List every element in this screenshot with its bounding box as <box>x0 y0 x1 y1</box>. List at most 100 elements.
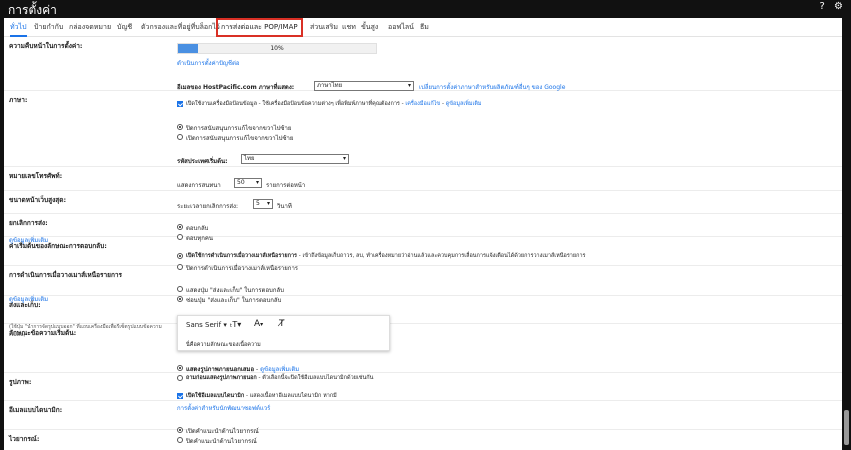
ask-before-images-label: ถามก่อนแสดงรูปภาพภายนอก <box>186 375 257 381</box>
send-archive-more-info-link[interactable]: ดูข้อมูลเพิ่มเติม <box>9 294 48 304</box>
hover-actions-row: การดำเนินการเมื่อวางเมาส์เหนือรายการ <box>4 267 842 296</box>
scrollbar-thumb[interactable] <box>844 410 849 445</box>
rtl-on-label: เปิดการสนับสนุนการแก้ไขจากขวาไปซ้าย <box>186 135 294 142</box>
top-bar: การตั้งค่า ? ⚙ <box>0 0 851 17</box>
tab-themes[interactable]: ธีม <box>420 18 429 37</box>
phone-label: หมายเลขโทรศัพท์: <box>9 172 63 180</box>
images-more-info-link[interactable]: ดูข้อมูลเพิ่มเติม <box>260 366 299 373</box>
undo-send-prefix: ระยะเวลายกเลิกการส่ง: <box>177 203 238 210</box>
tab-general[interactable]: ทั่วไป <box>10 18 27 37</box>
ask-before-images-desc: - ตัวเลือกนี้จะปิดใช้อีเมลแบบไดนามิกด้วย… <box>256 375 374 381</box>
setup-progress-bar: 10% <box>177 43 377 54</box>
undo-send-row: ยกเลิกการส่ง: <box>4 215 842 237</box>
input-tools-checkbox[interactable] <box>177 101 183 107</box>
reply-more-info-link[interactable]: ดูข้อมูลเพิ่มเติม <box>9 235 48 245</box>
display-language-select[interactable]: ภาษาไทย ▾ <box>314 81 414 91</box>
dynamic-email-desc: - แสดงเนื้อหาอีเมลแบบไดนามิก หากมี <box>244 393 337 399</box>
phone-row: หมายเลขโทรศัพท์: <box>4 168 842 191</box>
dynamic-email-text: เปิดใช้อีเมลแบบไดนามิก - แสดงเนื้อหาอีเม… <box>186 392 337 400</box>
rtl-off-label: ปิดการสนับสนุนการแก้ไขจากขวาไปซ้าย <box>186 125 292 132</box>
undo-send-value: 5 <box>256 200 260 207</box>
tab-filters[interactable]: ตัวกรองและที่อยู่ที่บล็อกไว้ <box>141 18 220 37</box>
tab-inbox[interactable]: กล่องจดหมาย <box>69 18 111 37</box>
dynamic-email-row: อีเมลแบบไดนามิก: <box>4 402 842 430</box>
language-label: ภาษา: <box>9 96 28 104</box>
hover-actions-on-label: เปิดใช้การดำเนินการเมื่อวางเมาส์เหนือราย… <box>186 253 297 259</box>
tab-labels[interactable]: ป้ายกำกับ <box>34 18 63 37</box>
edit-tools-link[interactable]: เครื่องมือแก้ไข <box>405 101 440 107</box>
help-icon[interactable]: ? <box>820 1 825 12</box>
settings-tabs: ทั่วไป ป้ายกำกับ กล่องจดหมาย บัญชี ตัวกร… <box>4 18 842 37</box>
page-size-select[interactable]: 50 ▾ <box>234 178 262 188</box>
font-family-value: Sans Serif <box>186 321 222 329</box>
settings-panel: ทั่วไป ป้ายกำกับ กล่องจดหมาย บัญชี ตัวกร… <box>4 18 842 450</box>
country-code-value: ไทย <box>244 155 255 162</box>
rtl-on-radio[interactable] <box>177 134 183 140</box>
page-size-suffix: รายการต่อหน้า <box>266 182 306 189</box>
language-more-info-link[interactable]: ดูข้อมูลเพิ่มเติม <box>446 101 482 107</box>
page-size-label: ขนาดหน้าเว็บสูงสุด: <box>9 196 67 204</box>
grammar-off-label: ปิดคำแนะนำด้านไวยากรณ์ <box>186 438 257 445</box>
hover-actions-label: การดำเนินการเมื่อวางเมาส์เหนือรายการ <box>9 271 123 279</box>
page-size-row: ขนาดหน้าเว็บสูงสุด: <box>4 192 842 214</box>
tab-addons[interactable]: ส่วนเสริม <box>310 18 338 37</box>
tab-advanced[interactable]: ขั้นสูง <box>361 18 378 37</box>
grammar-row: ไวยากรณ์: <box>4 431 842 450</box>
top-icons: ? ⚙ <box>814 1 843 12</box>
display-language-value: ภาษาไทย <box>317 82 343 89</box>
developer-settings-link[interactable]: การตั้งค่าสำหรับนักพัฒนาซอฟต์แวร์ <box>177 403 270 413</box>
chevron-down-icon: ▾ <box>223 321 227 329</box>
country-code-prefix: รหัสประเทศเริ่มต้น: <box>177 158 228 165</box>
hover-actions-on-desc: - เข้าถึงข้อมูลเก็บถาวร, ลบ, ทำเครื่องหม… <box>297 253 586 259</box>
tab-forwarding-pop-imap[interactable]: การส่งต่อและ POP/IMAP <box>216 18 303 37</box>
always-show-images-radio[interactable] <box>177 365 183 371</box>
show-send-archive-label: แสดงปุ่ม "ส่งและเก็บ" ในการตอบกลับ <box>186 287 284 294</box>
text-style-preview: นี่คือความลักษณะของเนื้อความ <box>186 342 261 348</box>
font-family-select[interactable]: Sans Serif ▾ <box>186 321 227 329</box>
gear-icon[interactable]: ⚙ <box>834 1 843 12</box>
send-archive-row: ส่งและเก็บ: <box>4 297 842 324</box>
country-code-select[interactable]: ไทย ▾ <box>241 154 349 164</box>
images-row: รูปภาพ: <box>4 374 842 401</box>
hover-actions-off-radio[interactable] <box>177 264 183 270</box>
continue-setup-link[interactable]: ดำเนินการตั้งค่าปัญชีต่อ <box>177 58 239 68</box>
always-show-images-text: แสดงรูปภาพภายนอกเสมอ - ดูข้อมูลเพิ่มเติม <box>186 366 300 373</box>
change-language-link[interactable]: เปลี่ยนการตั้งค่าภาษาสำหรับผลิตภัณฑ์อื่น… <box>419 82 565 92</box>
reply-all-option-label: ตอบทุกคน <box>186 235 214 242</box>
undo-send-label: ยกเลิกการส่ง: <box>9 219 48 227</box>
hide-send-archive-label: ซ่อนปุ่ม "ส่งและเก็บ" ในการตอบกลับ <box>186 297 282 304</box>
reply-all-radio[interactable] <box>177 234 183 240</box>
font-size-icon[interactable]: ₜT▾ <box>230 320 241 329</box>
grammar-label: ไวยากรณ์: <box>9 435 40 443</box>
progress-value: 10% <box>270 45 284 52</box>
grammar-on-radio[interactable] <box>177 427 183 433</box>
undo-send-select[interactable]: 5 ▾ <box>253 199 273 209</box>
text-color-icon[interactable]: A▾ <box>254 319 263 329</box>
page-size-prefix: แสดงการสนทนา <box>177 182 221 189</box>
hide-send-archive-radio[interactable] <box>177 296 183 302</box>
display-language-prefix: อีเมลของ HostPacific.com ภาษาที่แสดง: <box>177 84 295 91</box>
always-show-images-label: แสดงรูปภาพภายนอกเสมอ <box>186 366 255 373</box>
tab-chat[interactable]: แชท <box>342 18 356 37</box>
reply-option-label: ตอบกลับ <box>186 225 209 232</box>
remove-formatting-icon[interactable]: T̸ <box>279 319 285 329</box>
chevron-down-icon: ▾ <box>407 82 411 89</box>
images-label: รูปภาพ: <box>9 378 32 386</box>
show-send-archive-radio[interactable] <box>177 286 183 292</box>
rtl-off-radio[interactable] <box>177 124 183 130</box>
chevron-down-icon: ▾ <box>342 155 346 162</box>
ask-before-images-radio[interactable] <box>177 375 183 381</box>
tab-offline[interactable]: ออฟไลน์ <box>388 18 414 37</box>
tab-accounts[interactable]: บัญชี <box>117 18 132 37</box>
dynamic-email-checkbox[interactable] <box>177 393 183 399</box>
chevron-down-icon: ▾ <box>266 200 270 207</box>
chevron-down-icon: ▾ <box>255 179 259 186</box>
page-size-value: 50 <box>237 179 245 186</box>
hover-actions-on-radio[interactable] <box>177 253 183 259</box>
ask-before-images-text: ถามก่อนแสดงรูปภาพภายนอก - ตัวเลือกนี้จะป… <box>186 374 373 382</box>
input-tools-text: เปิดใช้งานเครื่องมือป้อนข้อมูล - ใช้เครื… <box>186 101 482 107</box>
hover-actions-off-label: ปิดการดำเนินการเมื่อวางเมาส์เหนือรายการ <box>186 265 299 272</box>
grammar-on-label: เปิดคำแนะนำด้านไวยากรณ์ <box>186 428 259 435</box>
reply-radio[interactable] <box>177 224 183 230</box>
grammar-off-radio[interactable] <box>177 437 183 443</box>
